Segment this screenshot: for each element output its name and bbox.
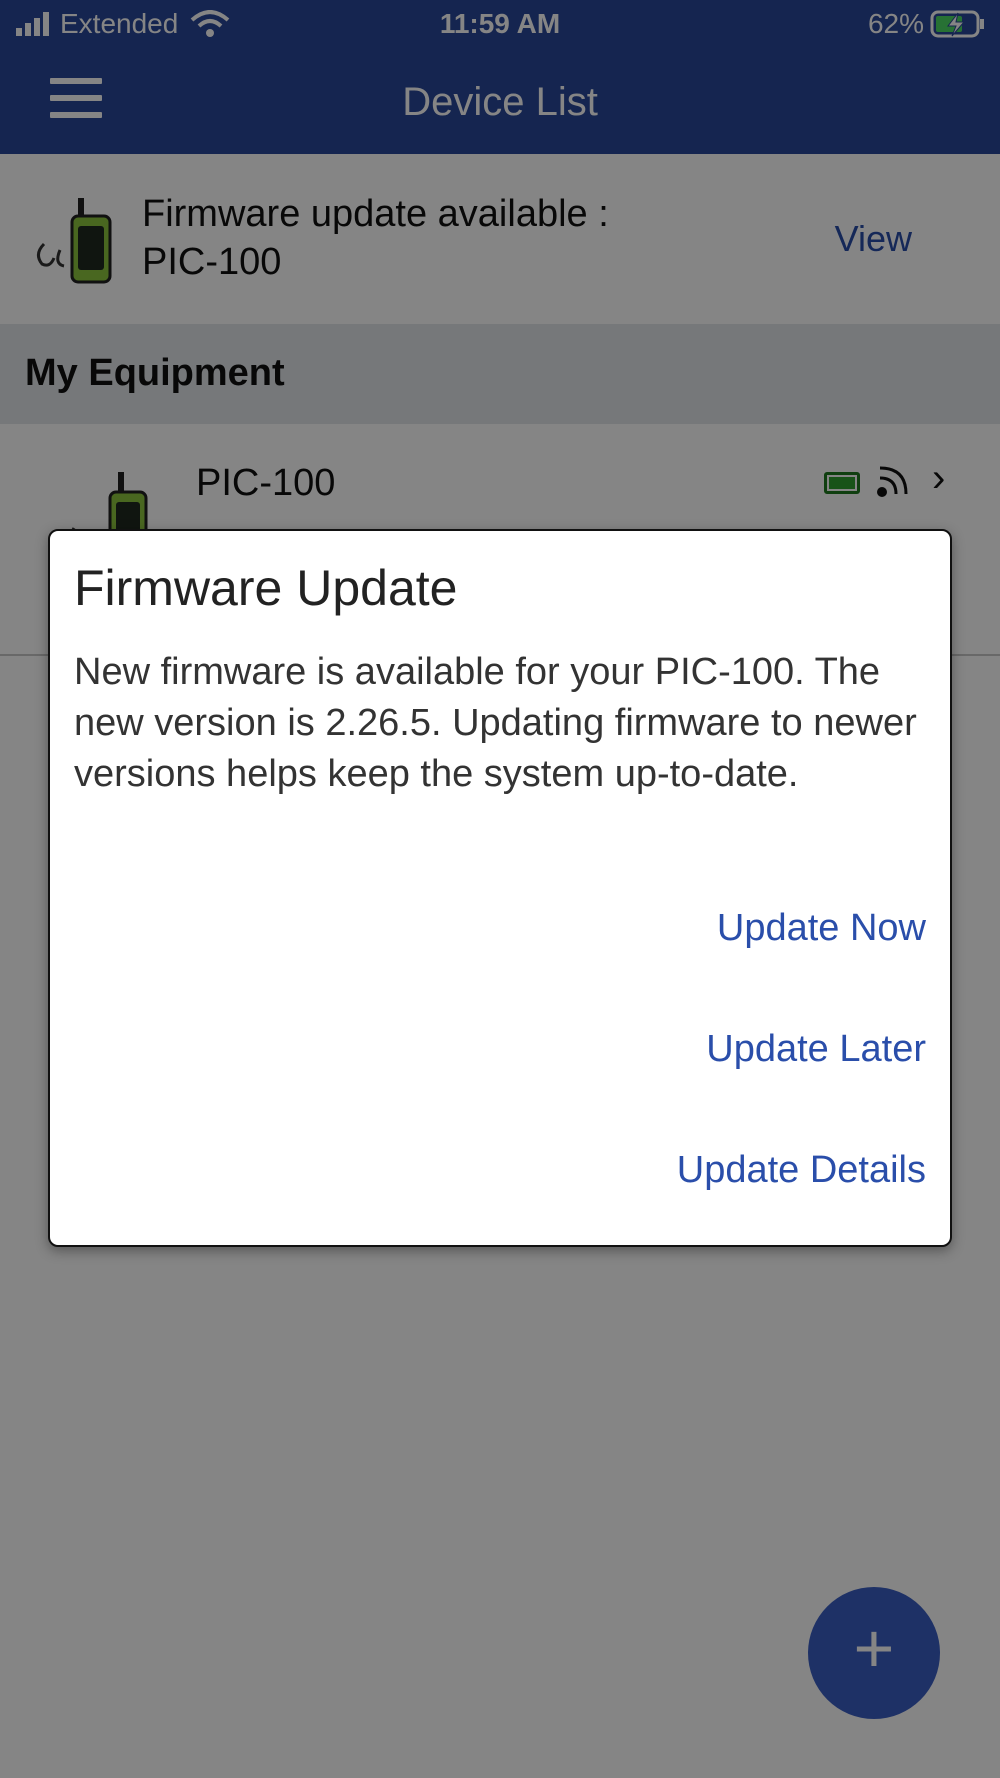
dialog-title: Firmware Update [74,560,458,616]
update-now-button[interactable]: Update Now [717,907,926,950]
update-later-button[interactable]: Update Later [706,1028,926,1071]
firmware-update-dialog: Firmware Update New firmware is availabl… [48,529,952,1247]
dialog-message: New firmware is available for your PIC-1… [74,651,917,795]
update-details-button[interactable]: Update Details [677,1149,926,1192]
